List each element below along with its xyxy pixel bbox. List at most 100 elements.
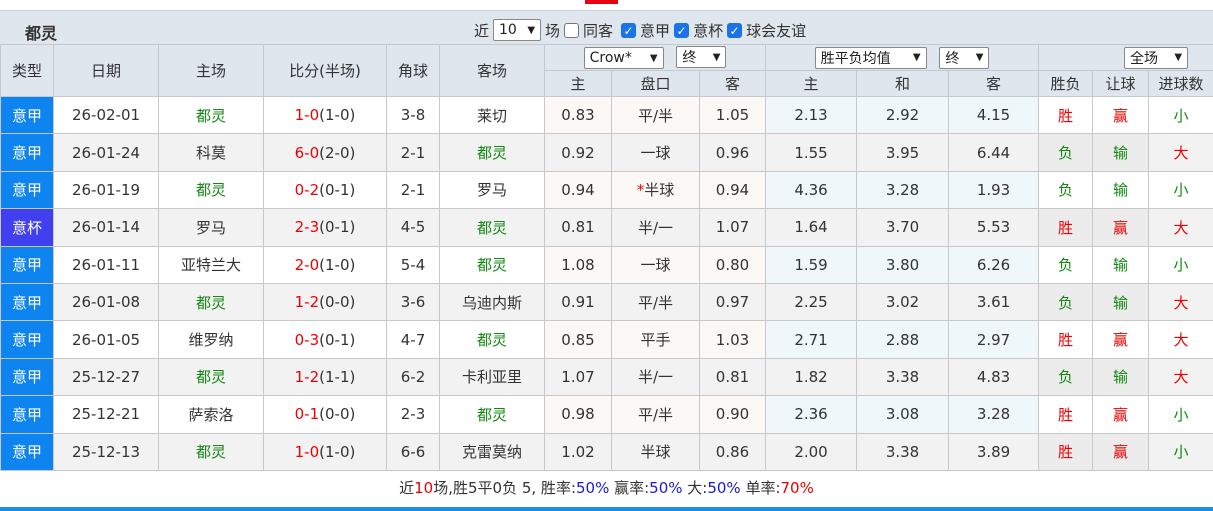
home-cell[interactable]: 都灵 bbox=[158, 357, 264, 397]
eu-home-cell: 1.55 bbox=[765, 133, 858, 172]
handicap-cell: 输 bbox=[1092, 133, 1150, 172]
score-cell[interactable]: 1-0(1-0) bbox=[263, 432, 387, 471]
ah-home-cell: 0.83 bbox=[544, 95, 612, 135]
home-cell[interactable]: 都灵 bbox=[158, 170, 264, 210]
league-checkbox-coppa[interactable]: ✓ bbox=[674, 22, 690, 38]
eu-home-cell-text: 1.55 bbox=[794, 143, 828, 162]
ah-line-cell: 半球 bbox=[611, 432, 700, 471]
date-cell: 25-12-13 bbox=[53, 432, 159, 471]
col-ah-home: 主 bbox=[544, 70, 612, 97]
score-cell[interactable]: 0-2(0-1) bbox=[263, 170, 387, 210]
score-cell[interactable]: 0-1(0-0) bbox=[263, 395, 387, 434]
type-text: 意甲 bbox=[11, 181, 42, 200]
corner-cell: 2-3 bbox=[386, 395, 440, 434]
result: 胜 bbox=[1058, 443, 1074, 462]
ah-line-cell: 平/半 bbox=[611, 95, 700, 135]
corner-cell-text: 2-1 bbox=[400, 143, 426, 162]
type-cell[interactable]: 意甲 bbox=[0, 432, 54, 471]
chevron-down-icon: ▼ bbox=[527, 24, 536, 36]
ah-time-select[interactable]: 终 ▼ bbox=[676, 46, 727, 68]
type-cell[interactable]: 意甲 bbox=[0, 282, 54, 322]
chevron-down-icon: ▼ bbox=[975, 52, 984, 63]
eu-home-cell: 2.36 bbox=[765, 395, 858, 434]
ah-company-select[interactable]: Crow* ▼ bbox=[583, 47, 664, 69]
league-checkbox-serie-a[interactable]: ✓ bbox=[621, 22, 637, 38]
eu-time-select[interactable]: 终 ▼ bbox=[939, 46, 990, 69]
handicap-result: 输 bbox=[1113, 293, 1129, 312]
recent-count-select[interactable]: 10 ▼ bbox=[493, 19, 542, 41]
goals-result: 大 bbox=[1173, 218, 1189, 237]
corner-cell: 2-1 bbox=[386, 170, 440, 210]
score-cell[interactable]: 6-0(2-0) bbox=[263, 133, 387, 172]
ah-home-cell-text: 1.08 bbox=[561, 255, 595, 274]
away-cell[interactable]: 都灵 bbox=[439, 395, 545, 434]
match-history-table: 类型 日期 主场 比分(半场) 角球 客场 Crow* ▼ 终 ▼ 胜平负均值 ▼ 终… bbox=[0, 44, 1213, 471]
score-cell[interactable]: 1-2(0-0) bbox=[263, 282, 387, 322]
away-cell[interactable]: 卡利亚里 bbox=[439, 357, 545, 397]
home-cell[interactable]: 维罗纳 bbox=[158, 320, 264, 359]
eu-home-cell: 2.00 bbox=[765, 432, 858, 471]
eu-draw-cell: 2.92 bbox=[856, 95, 950, 135]
type-cell[interactable]: 意甲 bbox=[0, 95, 54, 135]
score: 2-3 bbox=[294, 218, 320, 237]
scope-select[interactable]: 全场 ▼ bbox=[1124, 46, 1189, 69]
away-cell[interactable]: 都灵 bbox=[439, 133, 545, 172]
score-cell[interactable]: 0-3(0-1) bbox=[263, 320, 387, 359]
score: 0-2 bbox=[294, 180, 320, 199]
score-cell[interactable]: 2-3(0-1) bbox=[263, 208, 387, 247]
table-row: 意甲 26-01-05 维罗纳 0-3(0-1) 4-7 都灵 0.85 平手 1.03 2.71… bbox=[0, 320, 1213, 359]
score-cell[interactable]: 1-2(1-1) bbox=[263, 357, 387, 397]
away-cell[interactable]: 都灵 bbox=[439, 320, 545, 359]
away-cell[interactable]: 克雷莫纳 bbox=[439, 432, 545, 471]
ah-home-cell-text: 1.07 bbox=[561, 367, 595, 386]
score-cell[interactable]: 1-0(1-0) bbox=[263, 95, 387, 135]
home-cell[interactable]: 都灵 bbox=[158, 282, 264, 322]
ah-home-cell: 1.07 bbox=[544, 357, 612, 397]
type-cell[interactable]: 意甲 bbox=[0, 320, 54, 359]
same-venue-checkbox[interactable] bbox=[564, 22, 580, 38]
home-cell[interactable]: 亚特兰大 bbox=[158, 245, 264, 284]
type-cell[interactable]: 意杯 bbox=[0, 208, 54, 247]
ah-home-cell: 0.98 bbox=[544, 395, 612, 434]
eu-kind-select[interactable]: 胜平负均值 ▼ bbox=[814, 46, 927, 69]
score-cell[interactable]: 2-0(1-0) bbox=[263, 245, 387, 284]
half-score: (0-1) bbox=[319, 330, 356, 349]
type-cell[interactable]: 意甲 bbox=[0, 133, 54, 172]
col-score: 比分(半场) bbox=[263, 44, 387, 97]
eu-draw-cell: 3.70 bbox=[856, 208, 950, 247]
team-title: 都灵 bbox=[25, 24, 58, 43]
away-cell[interactable]: 都灵 bbox=[439, 245, 545, 284]
corner-cell: 5-4 bbox=[386, 245, 440, 284]
type-cell[interactable]: 意甲 bbox=[0, 245, 54, 284]
home-team: 都灵 bbox=[195, 293, 226, 312]
league-checkbox-friendly[interactable]: ✓ bbox=[727, 22, 743, 38]
eu-draw-cell-text: 3.80 bbox=[885, 255, 920, 274]
result-cell: 胜 bbox=[1038, 208, 1094, 247]
eu-home-cell-text: 1.59 bbox=[794, 255, 828, 274]
home-cell[interactable]: 都灵 bbox=[158, 95, 264, 135]
eu-away-cell: 6.26 bbox=[948, 245, 1040, 284]
away-team: 都灵 bbox=[476, 331, 507, 350]
home-cell[interactable]: 罗马 bbox=[158, 208, 264, 247]
home-cell[interactable]: 都灵 bbox=[158, 432, 264, 471]
chevron-down-icon: ▼ bbox=[649, 52, 658, 64]
handicap-result: 赢 bbox=[1113, 106, 1129, 125]
type-cell[interactable]: 意甲 bbox=[0, 170, 54, 210]
eu-away-cell: 4.83 bbox=[948, 357, 1040, 397]
handicap-result: 赢 bbox=[1113, 443, 1129, 462]
type-cell[interactable]: 意甲 bbox=[0, 357, 54, 397]
eu-home-cell-text: 1.82 bbox=[794, 367, 828, 386]
home-cell[interactable]: 科莫 bbox=[158, 133, 264, 172]
away-cell[interactable]: 乌迪内斯 bbox=[439, 282, 545, 322]
ah-away-cell-text: 0.94 bbox=[715, 180, 750, 199]
result-cell: 胜 bbox=[1038, 95, 1094, 135]
away-cell[interactable]: 罗马 bbox=[439, 170, 545, 210]
result: 胜 bbox=[1058, 106, 1074, 125]
odd-rate: 70% bbox=[780, 479, 814, 497]
eu-home-cell: 2.71 bbox=[765, 320, 858, 359]
away-cell[interactable]: 莱切 bbox=[439, 95, 545, 135]
col-type: 类型 bbox=[0, 44, 54, 97]
home-cell[interactable]: 萨索洛 bbox=[158, 395, 264, 434]
away-cell[interactable]: 都灵 bbox=[439, 208, 545, 247]
type-cell[interactable]: 意甲 bbox=[0, 395, 54, 434]
